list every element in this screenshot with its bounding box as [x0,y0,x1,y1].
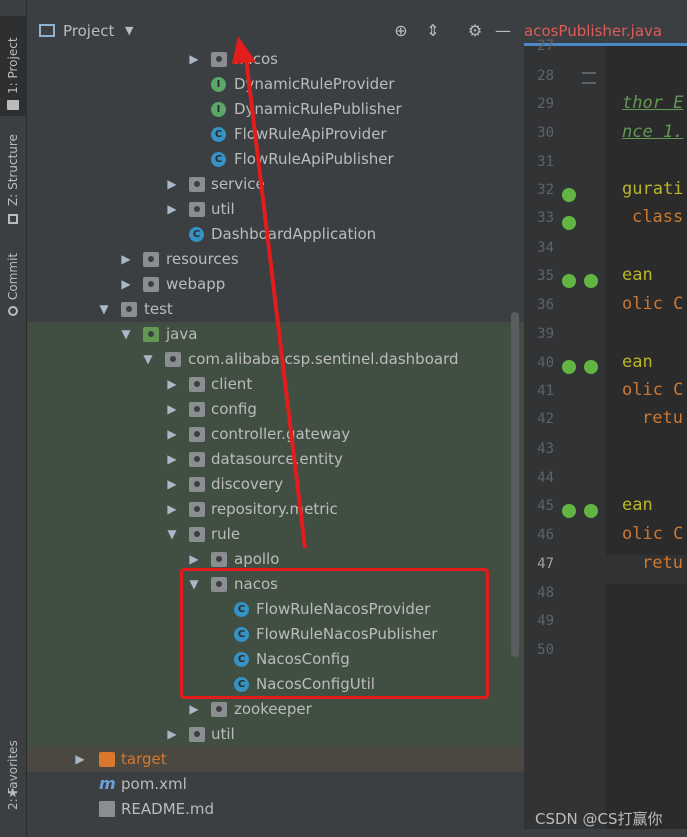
annotation-overlay [232,36,307,549]
annotation-arrow-line [244,57,307,549]
annotation-highlight-box [180,568,489,699]
annotation-arrow-head [232,36,256,64]
status-strip [27,829,687,837]
watermark: CSDN @CS打赢你 [535,810,663,828]
